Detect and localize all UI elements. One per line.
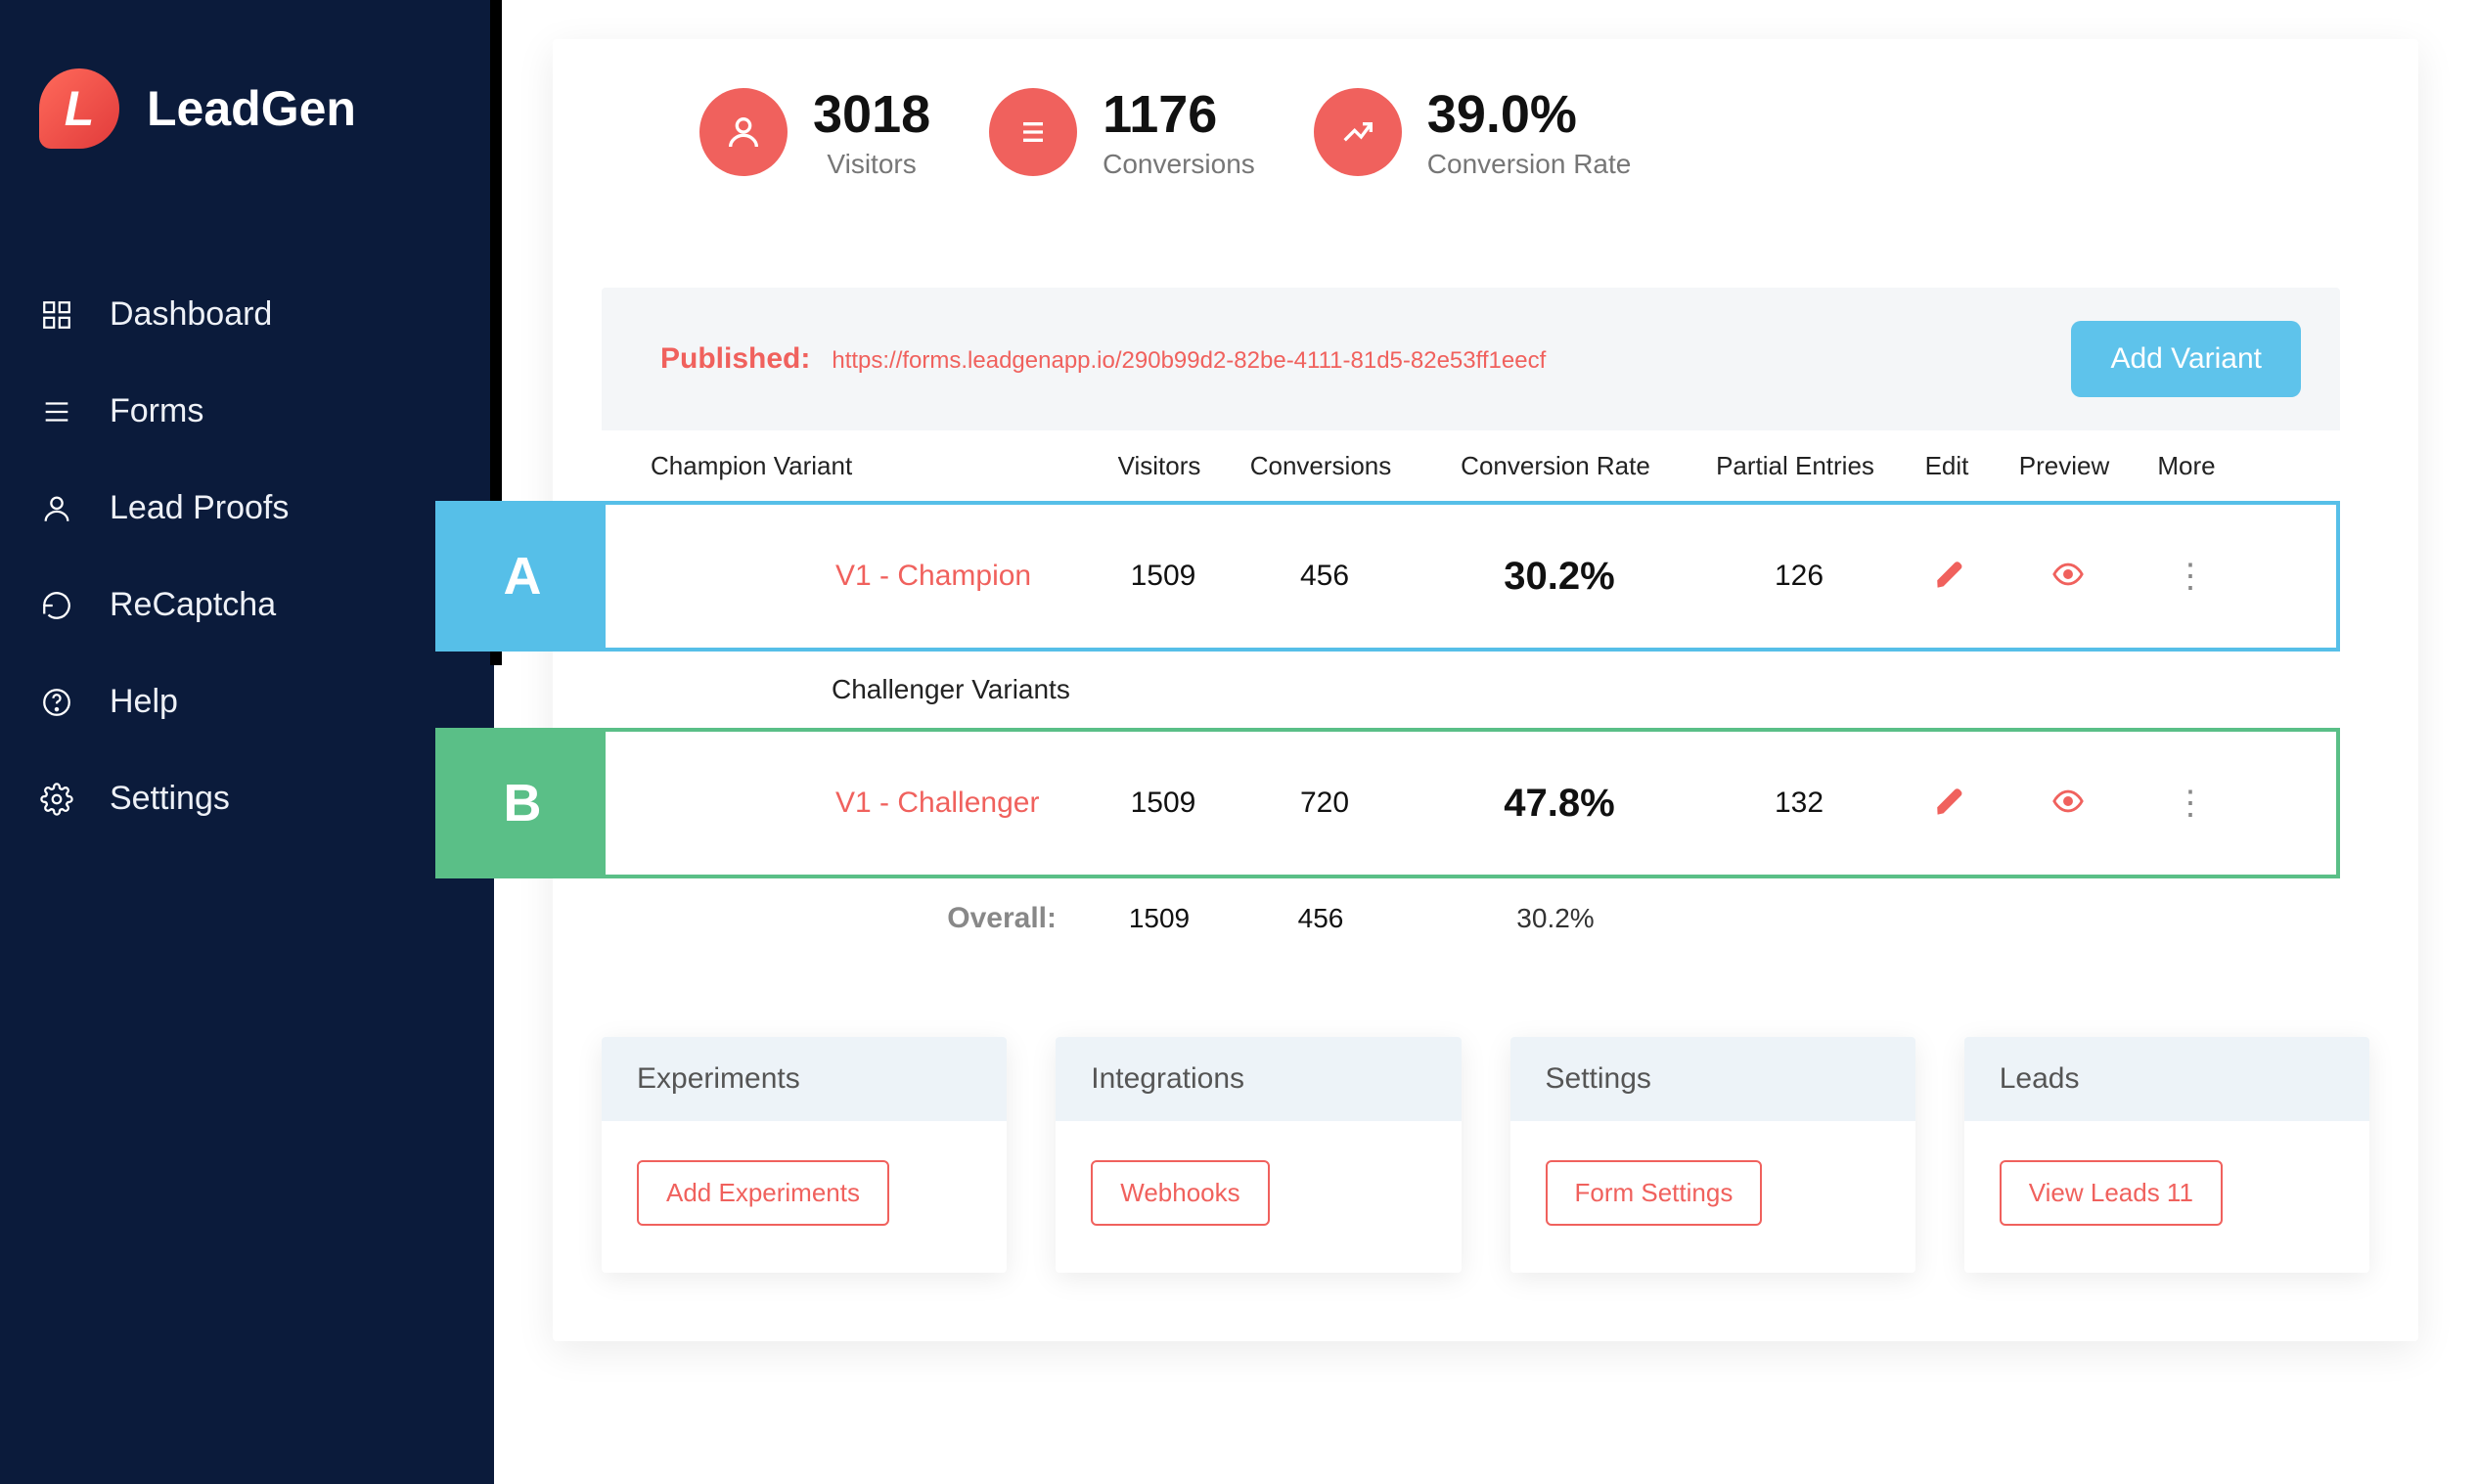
published-row: Published: https://forms.leadgenapp.io/2… xyxy=(602,288,2340,430)
published-label: Published: xyxy=(660,342,810,376)
dashboard-icon xyxy=(39,297,74,333)
stat-conversions-value: 1176 xyxy=(1103,88,1255,141)
variants-table: Champion Variant Visitors Conversions Co… xyxy=(602,430,2340,959)
stat-conversions: 1176 Conversions xyxy=(989,88,1255,180)
stat-conversions-label: Conversions xyxy=(1103,149,1255,180)
help-icon xyxy=(39,685,74,720)
variant-name[interactable]: V1 - Challenger xyxy=(787,787,1100,820)
sidebar-item-label: Help xyxy=(110,683,178,721)
variant-badge-a: A xyxy=(439,505,606,648)
variant-name[interactable]: V1 - Champion xyxy=(787,560,1100,593)
more-menu-button[interactable]: ⋮ xyxy=(2137,795,2244,812)
card-title: Settings xyxy=(1510,1037,1915,1121)
sidebar-item-label: Settings xyxy=(110,780,230,818)
card-title: Integrations xyxy=(1056,1037,1461,1121)
overall-row: Overall: 1509 456 30.2% xyxy=(602,878,2340,959)
rate-icon xyxy=(1314,88,1402,176)
variant-partial: 132 xyxy=(1696,787,1902,820)
col-more: More xyxy=(2133,451,2240,481)
overall-visitors: 1509 xyxy=(1096,903,1223,934)
form-settings-button[interactable]: Form Settings xyxy=(1546,1160,1763,1226)
stat-visitors-value: 3018 xyxy=(813,88,930,141)
col-preview: Preview xyxy=(1996,451,2133,481)
edit-button[interactable] xyxy=(1902,558,2000,596)
more-menu-button[interactable]: ⋮ xyxy=(2137,568,2244,585)
brand-name: LeadGen xyxy=(147,80,356,137)
gear-icon xyxy=(39,782,74,817)
published-url-link[interactable]: https://forms.leadgenapp.io/290b99d2-82b… xyxy=(832,347,1546,375)
add-experiments-button[interactable]: Add Experiments xyxy=(637,1160,889,1226)
col-edit: Edit xyxy=(1898,451,1996,481)
forms-icon xyxy=(39,394,74,429)
stats-row: 3018 Visitors 1176 Conversions 39.0% xyxy=(592,88,2379,180)
footer-cards-row: Experiments Add Experiments Integrations… xyxy=(592,1037,2379,1273)
sidebar-item-label: Dashboard xyxy=(110,295,272,334)
card-title: Leads xyxy=(1964,1037,2369,1121)
content-card: 3018 Visitors 1176 Conversions 39.0% xyxy=(553,39,2418,1341)
sidebar-item-settings[interactable]: Settings xyxy=(0,750,494,847)
sidebar-item-label: Forms xyxy=(110,392,203,430)
overall-rate: 30.2% xyxy=(1419,903,1692,934)
variant-conversions: 720 xyxy=(1227,787,1422,820)
col-visitors: Visitors xyxy=(1096,451,1223,481)
sidebar-item-lead-proofs[interactable]: Lead Proofs xyxy=(0,460,494,557)
sidebar-item-help[interactable]: Help xyxy=(0,653,494,750)
challenger-section-header: Challenger Variants xyxy=(602,652,2340,728)
stat-rate-label: Conversion Rate xyxy=(1427,149,1632,180)
col-conversion-rate: Conversion Rate xyxy=(1419,451,1692,481)
variant-rate: 30.2% xyxy=(1422,555,1696,599)
conversions-icon xyxy=(989,88,1077,176)
variant-visitors: 1509 xyxy=(1100,787,1227,820)
variant-visitors: 1509 xyxy=(1100,560,1227,593)
variant-badge-b: B xyxy=(439,732,606,875)
col-challenger-variants: Challenger Variants xyxy=(783,674,2340,705)
refresh-icon xyxy=(39,588,74,623)
experiment-panel: Published: https://forms.leadgenapp.io/2… xyxy=(602,288,2340,959)
sidebar-item-label: ReCaptcha xyxy=(110,586,276,624)
sidebar: L LeadGen Dashboard Forms Lead Proofs Re… xyxy=(0,0,494,1484)
add-variant-button[interactable]: Add Variant xyxy=(2071,321,2301,397)
variant-rate: 47.8% xyxy=(1422,782,1696,826)
table-header: Champion Variant Visitors Conversions Co… xyxy=(602,430,2340,501)
sidebar-item-label: Lead Proofs xyxy=(110,489,289,527)
variant-row-b: B V1 - Challenger 1509 720 47.8% 132 ⋮ xyxy=(435,728,2340,878)
col-champion-variant: Champion Variant xyxy=(602,451,1096,481)
variant-partial: 126 xyxy=(1696,560,1902,593)
stat-visitors-label: Visitors xyxy=(813,149,930,180)
card-leads: Leads View Leads 11 xyxy=(1964,1037,2369,1273)
stat-rate-value: 39.0% xyxy=(1427,88,1632,141)
sidebar-item-recaptcha[interactable]: ReCaptcha xyxy=(0,557,494,653)
sidebar-item-dashboard[interactable]: Dashboard xyxy=(0,266,494,363)
brand-row: L LeadGen xyxy=(0,68,494,149)
variant-row-a: A V1 - Champion 1509 456 30.2% 126 ⋮ xyxy=(435,501,2340,652)
card-settings: Settings Form Settings xyxy=(1510,1037,1915,1273)
col-partial-entries: Partial Entries xyxy=(1692,451,1898,481)
main-content: 3018 Visitors 1176 Conversions 39.0% xyxy=(494,0,2477,1484)
stat-visitors: 3018 Visitors xyxy=(699,88,930,180)
preview-button[interactable] xyxy=(2000,785,2137,823)
view-leads-button[interactable]: View Leads 11 xyxy=(2000,1160,2223,1226)
webhooks-button[interactable]: Webhooks xyxy=(1091,1160,1269,1226)
stat-rate: 39.0% Conversion Rate xyxy=(1314,88,1632,180)
overall-conversions: 456 xyxy=(1223,903,1419,934)
brand-logo-icon: L xyxy=(39,68,119,149)
card-experiments: Experiments Add Experiments xyxy=(602,1037,1007,1273)
overall-label: Overall: xyxy=(602,902,1096,935)
edit-button[interactable] xyxy=(1902,785,2000,823)
sidebar-item-forms[interactable]: Forms xyxy=(0,363,494,460)
card-title: Experiments xyxy=(602,1037,1007,1121)
variant-conversions: 456 xyxy=(1227,560,1422,593)
preview-button[interactable] xyxy=(2000,558,2137,596)
user-icon xyxy=(39,491,74,526)
card-integrations: Integrations Webhooks xyxy=(1056,1037,1461,1273)
visitors-icon xyxy=(699,88,788,176)
col-conversions: Conversions xyxy=(1223,451,1419,481)
